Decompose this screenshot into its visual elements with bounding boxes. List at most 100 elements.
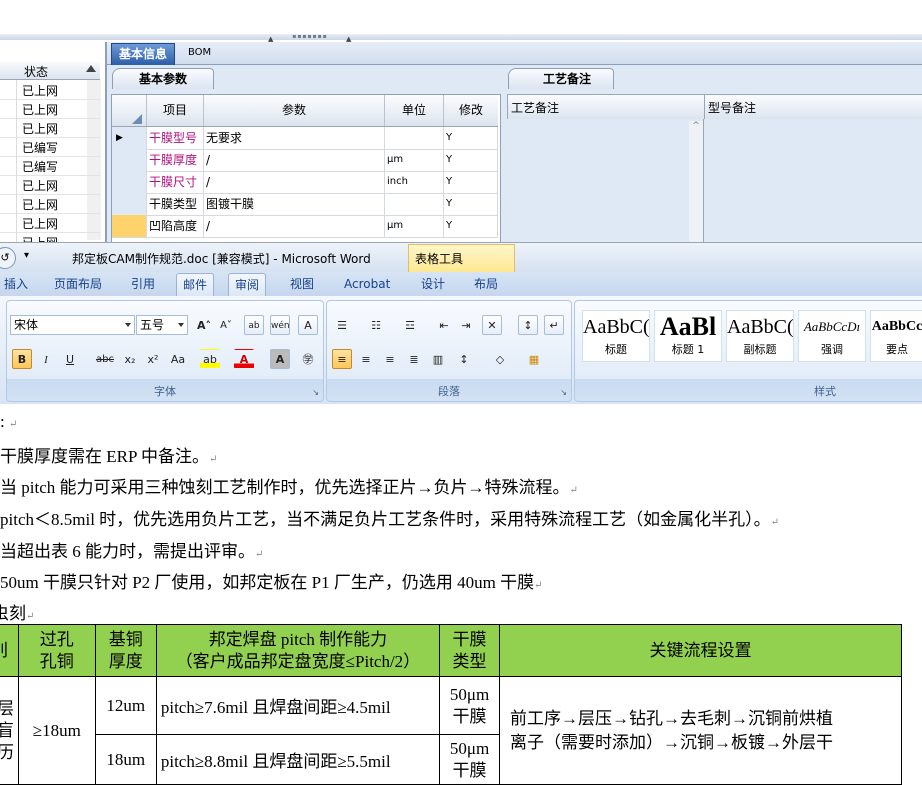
table-cell[interactable]: pitch≥7.6mil 且焊盘间距≥4.5mil <box>155 676 441 735</box>
cell-unit[interactable]: μm <box>385 215 444 237</box>
cell-item[interactable]: 干膜尺寸 <box>147 171 204 193</box>
table-row[interactable]: 干膜厚度 / μm Y <box>112 149 498 172</box>
multilevel-list-icon[interactable]: ☲ <box>400 315 420 335</box>
cell-edit[interactable]: Y <box>444 193 498 215</box>
cell-edit[interactable]: Y <box>444 127 498 149</box>
table-cell[interactable]: pitch≥8.8mil 且焊盘间距≥5.5mil <box>155 734 441 785</box>
bold-icon[interactable]: B <box>12 349 32 369</box>
distributed-icon[interactable]: ▥ <box>428 349 448 369</box>
align-right-icon[interactable]: ≡ <box>380 349 400 369</box>
tab-view[interactable]: 视图 <box>284 273 320 295</box>
cell-edit[interactable]: Y <box>444 149 498 171</box>
header-cell[interactable]: 刖 <box>0 624 19 677</box>
col-header-item[interactable]: 项目 <box>147 95 204 126</box>
cell-param[interactable]: 图镀干膜 <box>204 193 385 215</box>
cell-param[interactable]: 无要求 <box>204 127 385 149</box>
align-left-icon[interactable]: ≡ <box>332 349 352 369</box>
notes-scroll-up-icon[interactable]: ^ <box>689 121 703 242</box>
tab-basic-params[interactable]: 基本参数 <box>112 68 214 89</box>
cell-item[interactable]: 干膜类型 <box>147 193 204 215</box>
header-cell[interactable]: 干膜 类型 <box>439 624 501 677</box>
numbering-icon[interactable]: ☷ <box>366 315 386 335</box>
tab-review[interactable]: 审阅 <box>228 273 267 296</box>
subscript-icon[interactable]: x₂ <box>120 349 140 369</box>
font-size-combo[interactable]: 五号 <box>136 315 188 335</box>
col-header-process-notes[interactable]: 工艺备注 <box>511 99 559 116</box>
increase-indent-icon[interactable]: ⇥ <box>456 315 476 335</box>
phonetic-guide-icon[interactable]: wén <box>270 315 290 335</box>
table-row[interactable]: 干膜尺寸 / inch Y <box>112 171 498 194</box>
cell-unit[interactable] <box>385 127 444 149</box>
header-cell[interactable]: 邦定焊盘 pitch 制作能力 （客户成品邦定盘宽度≤Pitch/2） <box>155 624 441 677</box>
cell-edit[interactable]: Y <box>444 215 498 237</box>
col-header-edit[interactable]: 修改 <box>444 95 498 126</box>
header-cell[interactable]: 关键流程设置 <box>499 624 902 677</box>
tab-layout[interactable]: 布局 <box>468 273 504 295</box>
list-item[interactable]: 已上网 <box>0 80 100 100</box>
col-header-model-notes[interactable]: 型号备注 <box>708 99 756 116</box>
table-cell[interactable]: 50μm 干膜 <box>439 676 501 735</box>
dialog-launcher-icon[interactable]: ↘ <box>312 388 319 397</box>
tab-design[interactable]: 设计 <box>415 273 451 295</box>
strikethrough-icon[interactable]: abc <box>95 349 115 369</box>
cell-unit[interactable] <box>385 193 444 215</box>
align-center-icon[interactable]: ≡ <box>356 349 376 369</box>
style-title[interactable]: AaBbC(标题 <box>582 310 650 362</box>
justify-icon[interactable]: ≣ <box>404 349 424 369</box>
cell-item[interactable]: 凹陷高度 <box>147 215 204 237</box>
scroll-up-icon[interactable] <box>86 65 96 72</box>
tab-process-notes[interactable]: 工艺备注 <box>508 68 614 89</box>
cell-unit[interactable]: μm <box>385 149 444 171</box>
table-cell[interactable]: ≥18um <box>17 676 96 785</box>
style-subtitle[interactable]: AaBbC(副标题 <box>726 310 794 362</box>
tab-basic-info[interactable]: 基本信息 <box>111 43 176 65</box>
list-item[interactable]: 已上网 <box>0 213 100 233</box>
cell-item[interactable]: 干膜厚度 <box>147 149 204 171</box>
tab-bom[interactable]: BOM <box>181 43 218 64</box>
table-row[interactable]: 凹陷高度 / μm Y <box>112 215 498 238</box>
capability-table[interactable]: 刖 过孔 孔铜 基铜 厚度 邦定焊盘 pitch 制作能力 （客户成品邦定盘宽度… <box>0 624 902 785</box>
list-item[interactable]: 已上网 <box>0 118 100 138</box>
col-header-param[interactable]: 参数 <box>204 95 385 126</box>
cell-param[interactable]: / <box>204 171 385 193</box>
tab-mailings[interactable]: 邮件 <box>176 273 215 296</box>
table-row[interactable]: ▶ 干膜型号 无要求 Y <box>112 127 498 150</box>
bullets-icon[interactable]: ☰ <box>332 315 352 335</box>
style-emphasis[interactable]: AaBbCcDı 强调 <box>798 310 866 362</box>
cell-item[interactable]: 干膜型号 <box>147 127 204 149</box>
decrease-indent-icon[interactable]: ⇤ <box>434 315 454 335</box>
cell-param[interactable]: / <box>204 149 385 171</box>
clear-format-icon[interactable]: ab <box>244 315 264 335</box>
table-cell[interactable]: 18um <box>94 734 157 785</box>
font-color-icon[interactable]: A <box>234 349 254 369</box>
table-row[interactable]: 干膜类型 图镀干膜 Y <box>112 193 498 216</box>
font-name-combo[interactable]: 宋体 <box>10 315 135 335</box>
row-selector[interactable] <box>112 171 147 193</box>
style-strong[interactable]: AaBbCc 要点 <box>870 310 922 362</box>
table-cell[interactable]: 层 盲 历 <box>0 676 19 785</box>
list-item[interactable]: 已上网 <box>0 194 100 214</box>
panel-splitter[interactable] <box>0 34 922 40</box>
line-spacing-icon[interactable]: ↕ <box>454 349 474 369</box>
style-heading-1[interactable]: AaBl 标题 1 <box>654 310 722 362</box>
change-case-icon[interactable]: Aa <box>168 349 188 369</box>
tab-references[interactable]: 引用 <box>125 273 161 295</box>
row-selector[interactable] <box>112 149 147 171</box>
grow-font-icon[interactable]: A˄ <box>194 315 214 335</box>
splitter-grip-icon[interactable]: ▪▪▪▪▪▪▪ <box>280 34 340 40</box>
list-item[interactable]: 已上网 <box>0 99 100 119</box>
enclose-char-icon[interactable]: ㊫ <box>298 349 318 369</box>
list-item[interactable]: 已上网 <box>0 175 100 195</box>
show-marks-icon[interactable]: ↵ <box>544 315 564 335</box>
underline-icon[interactable]: U <box>60 349 80 369</box>
list-item[interactable]: 已编写 <box>0 156 100 176</box>
list-item[interactable]: 已编写 <box>0 137 100 157</box>
status-column-header[interactable]: 状态 <box>0 62 100 80</box>
char-shading-icon[interactable]: A <box>270 349 290 369</box>
highlight-icon[interactable]: ab <box>200 349 220 369</box>
cell-edit[interactable]: Y <box>444 171 498 193</box>
char-border-icon[interactable]: A <box>298 315 318 335</box>
row-selector[interactable] <box>112 193 147 215</box>
tab-insert[interactable]: 插入 <box>0 273 34 295</box>
select-all-corner[interactable] <box>112 95 147 126</box>
